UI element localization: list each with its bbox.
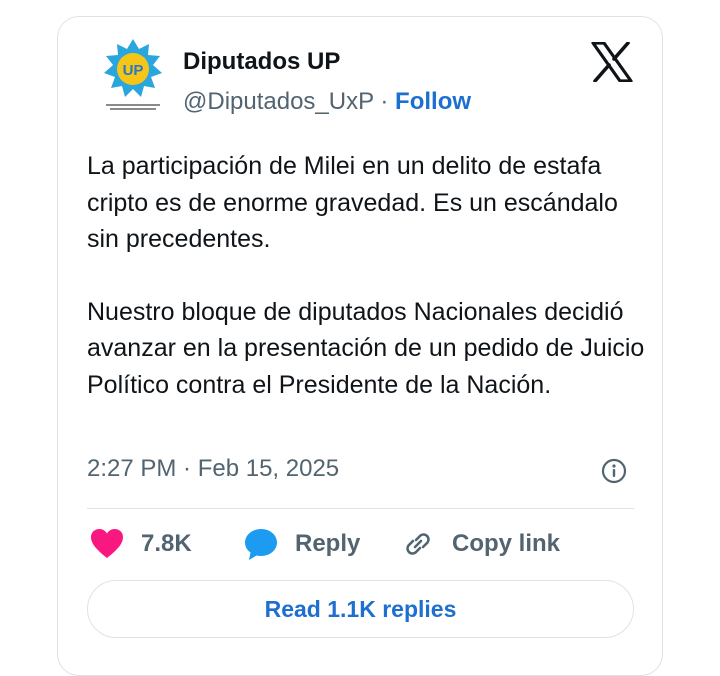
copy-link-label: Copy link bbox=[452, 530, 561, 557]
reply-label: Reply bbox=[295, 530, 361, 557]
author-handle-row: @Diputados_UxP · Follow bbox=[183, 88, 471, 116]
tweet-paragraph: Nuestro bloque de diputados Nacionales d… bbox=[87, 297, 645, 399]
author-handle[interactable]: @Diputados_UxP bbox=[183, 88, 374, 115]
tweet-text: La participación de Milei en un delito d… bbox=[87, 148, 647, 403]
avatar[interactable]: UP bbox=[100, 36, 166, 120]
timestamp[interactable]: 2:27 PM · Feb 15, 2025 bbox=[87, 455, 339, 483]
like-count: 7.8K bbox=[141, 530, 192, 557]
diputados-up-logo: UP bbox=[104, 39, 162, 110]
like-button[interactable]: 7.8K bbox=[89, 526, 192, 562]
link-icon bbox=[406, 533, 430, 555]
x-logo-icon[interactable] bbox=[591, 41, 633, 83]
separator-dot: · bbox=[380, 88, 389, 115]
info-icon[interactable] bbox=[601, 458, 627, 484]
follow-button[interactable]: Follow bbox=[395, 88, 471, 115]
heart-icon bbox=[91, 529, 123, 558]
copy-link-button[interactable]: Copy link bbox=[400, 526, 560, 562]
divider bbox=[87, 508, 634, 509]
avatar-badge-text: UP bbox=[123, 62, 144, 79]
speech-bubble-icon bbox=[245, 529, 277, 560]
author-name[interactable]: Diputados UP bbox=[183, 48, 340, 76]
reply-button[interactable]: Reply bbox=[243, 526, 360, 562]
read-replies-button[interactable]: Read 1.1K replies bbox=[87, 580, 634, 638]
tweet-paragraph: La participación de Milei en un delito d… bbox=[87, 152, 618, 253]
